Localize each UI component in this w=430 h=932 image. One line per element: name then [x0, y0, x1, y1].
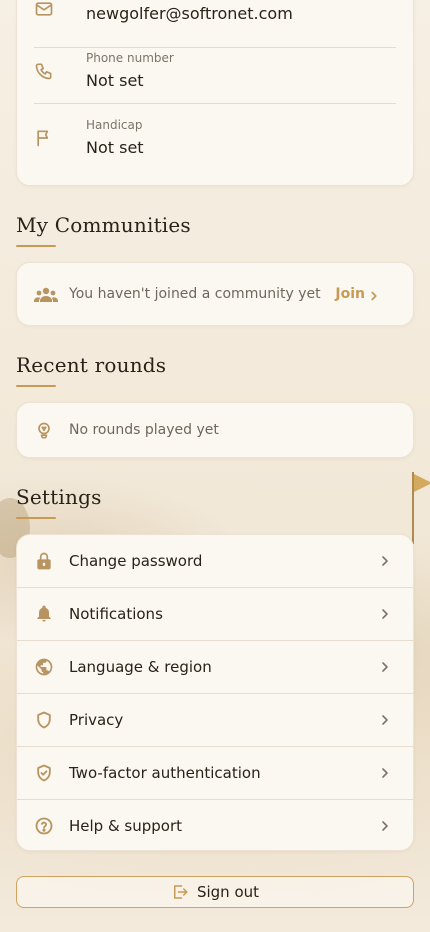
- users-icon: [34, 285, 58, 305]
- settings-card: Change password Notifications Language &…: [16, 534, 414, 851]
- flag-icon: [34, 128, 54, 148]
- settings-item-language-region[interactable]: Language & region: [17, 641, 413, 694]
- mail-icon: [34, 0, 54, 19]
- settings-item-change-password[interactable]: Change password: [17, 535, 413, 588]
- settings-item-help-support[interactable]: Help & support: [17, 800, 413, 853]
- settings-title: Settings: [16, 485, 102, 509]
- chevron-right-icon: [377, 659, 393, 675]
- settings-item-label: Language & region: [69, 658, 212, 676]
- settings-item-label: Privacy: [69, 711, 124, 729]
- email-value: newgolfer@softronet.com: [86, 4, 293, 23]
- chevron-right-icon: [377, 765, 393, 781]
- chevron-right-icon: [377, 712, 393, 728]
- settings-item-label: Help & support: [69, 817, 183, 835]
- sign-out-label: Sign out: [196, 883, 260, 901]
- settings-item-privacy[interactable]: Privacy: [17, 694, 413, 747]
- settings-item-two-factor[interactable]: Two-factor authentication: [17, 747, 413, 800]
- settings-title-underline: [16, 517, 56, 519]
- logout-icon: [171, 883, 189, 901]
- shield-icon: [34, 710, 54, 730]
- communities-empty-text: You haven't joined a community yet: [69, 286, 321, 302]
- chevron-right-icon: [377, 818, 393, 834]
- bell-icon: [34, 604, 54, 624]
- shield-check-icon: [34, 763, 54, 783]
- settings-item-label: Change password: [69, 552, 203, 570]
- handicap-label: Handicap: [86, 118, 143, 132]
- sign-out-button[interactable]: Sign out: [16, 876, 414, 908]
- rounds-empty-text: No rounds played yet: [69, 422, 219, 438]
- help-circle-icon: [34, 816, 54, 836]
- globe-icon: [34, 657, 54, 677]
- settings-item-notifications[interactable]: Notifications: [17, 588, 413, 641]
- settings-item-label: Two-factor authentication: [69, 764, 261, 782]
- phone-icon: [34, 61, 54, 81]
- golf-ball-icon: [34, 421, 54, 441]
- settings-item-label: Notifications: [69, 605, 163, 623]
- background-flag: [414, 474, 430, 492]
- phone-label: Phone number: [86, 51, 174, 65]
- phone-value: Not set: [86, 71, 144, 90]
- chevron-right-icon[interactable]: [367, 288, 381, 302]
- chevron-right-icon: [377, 553, 393, 569]
- communities-title-underline: [16, 245, 56, 247]
- lock-icon: [34, 551, 54, 571]
- phone-row: Phone number Not set: [34, 37, 396, 104]
- handicap-value: Not set: [86, 138, 144, 157]
- profile-info-card: newgolfer@softronet.com Phone number Not…: [16, 0, 414, 186]
- handicap-row: Handicap Not set: [34, 104, 396, 171]
- communities-title: My Communities: [16, 213, 191, 237]
- rounds-title-underline: [16, 385, 56, 387]
- chevron-right-icon: [377, 606, 393, 622]
- communities-card: You haven't joined a community yet Join: [16, 262, 414, 326]
- rounds-title: Recent rounds: [16, 353, 167, 377]
- join-community-link[interactable]: Join: [335, 286, 365, 302]
- rounds-card: No rounds played yet: [16, 402, 414, 458]
